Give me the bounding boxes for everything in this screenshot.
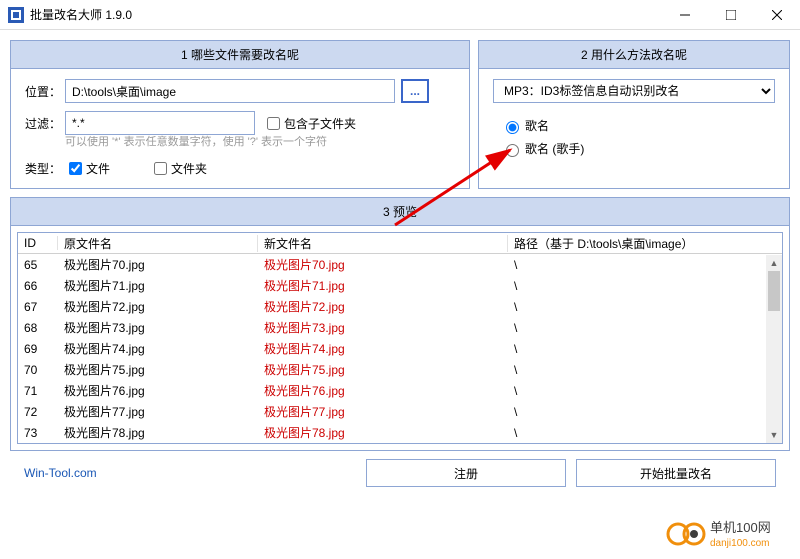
maximize-button[interactable] [708,0,754,30]
scroll-down-icon[interactable]: ▼ [766,427,782,443]
cell-path: \ [508,300,766,314]
footer-link[interactable]: Win-Tool.com [24,466,97,480]
cell-orig: 极光图片72.jpg [58,298,258,315]
scroll-up-icon[interactable]: ▲ [766,255,782,271]
cell-path: \ [508,279,766,293]
panel-preview-title: 3 预览 [11,198,789,226]
radio-songname-artist[interactable]: 歌名 (歌手) [501,140,775,157]
location-label: 位置： [25,83,65,100]
window-title: 批量改名大师 1.9.0 [30,6,662,23]
cell-orig: 极光图片78.jpg [58,424,258,441]
table-row[interactable]: 66极光图片71.jpg极光图片71.jpg\ [18,275,766,296]
filter-input[interactable] [65,111,255,135]
cell-id: 68 [18,321,58,335]
type-file-input[interactable] [69,162,82,175]
panel-files-title: 1 哪些文件需要改名呢 [11,41,469,69]
table-header: ID 原文件名 新文件名 路径（基于 D:\tools\桌面\image） [18,233,782,254]
cell-orig: 极光图片77.jpg [58,403,258,420]
cell-id: 69 [18,342,58,356]
cell-path: \ [508,342,766,356]
table-row[interactable]: 67极光图片72.jpg极光图片72.jpg\ [18,296,766,317]
location-input[interactable] [65,79,395,103]
include-subfolders-checkbox[interactable]: 包含子文件夹 [263,114,356,133]
table-row[interactable]: 71极光图片76.jpg极光图片76.jpg\ [18,380,766,401]
scroll-thumb[interactable] [768,271,780,311]
table-row[interactable]: 68极光图片73.jpg极光图片73.jpg\ [18,317,766,338]
cell-orig: 极光图片73.jpg [58,319,258,336]
th-id[interactable]: ID [18,236,58,250]
cell-id: 73 [18,426,58,440]
start-rename-button[interactable]: 开始批量改名 [576,459,776,487]
browse-button[interactable]: ... [401,79,429,103]
th-new[interactable]: 新文件名 [258,235,508,252]
type-folder-label: 文件夹 [171,160,207,177]
cell-id: 66 [18,279,58,293]
cell-id: 65 [18,258,58,272]
table-row[interactable]: 72极光图片77.jpg极光图片77.jpg\ [18,401,766,422]
cell-new: 极光图片77.jpg [258,403,508,420]
cell-id: 70 [18,363,58,377]
cell-path: \ [508,405,766,419]
table-row[interactable]: 70极光图片75.jpg极光图片75.jpg\ [18,359,766,380]
cell-path: \ [508,321,766,335]
svg-text:danji100.com: danji100.com [710,538,769,549]
scrollbar[interactable]: ▲ ▼ [766,255,782,443]
radio-songname-artist-input[interactable] [506,144,519,157]
radio-songname-input[interactable] [506,121,519,134]
radio-songname-label: 歌名 [525,117,549,134]
cell-id: 67 [18,300,58,314]
radio-songname[interactable]: 歌名 [501,117,775,134]
cell-orig: 极光图片75.jpg [58,361,258,378]
svg-text:单机100网: 单机100网 [710,520,771,535]
method-select[interactable]: MP3：ID3标签信息自动识别改名 [493,79,775,103]
close-button[interactable] [754,0,800,30]
watermark: 单机100网 danji100.com [666,516,796,555]
type-folder-input[interactable] [154,162,167,175]
include-subfolders-input[interactable] [267,117,280,130]
minimize-button[interactable] [662,0,708,30]
table-body: 65极光图片70.jpg极光图片70.jpg\66极光图片71.jpg极光图片7… [18,254,782,443]
cell-new: 极光图片70.jpg [258,256,508,273]
cell-new: 极光图片74.jpg [258,340,508,357]
cell-id: 72 [18,405,58,419]
cell-path: \ [508,363,766,377]
filter-hint: 可以使用 '*' 表示任意数量字符，使用 '?' 表示一个字符 [65,133,455,149]
panel-preview: 3 预览 ID 原文件名 新文件名 路径（基于 D:\tools\桌面\imag… [10,197,790,451]
cell-new: 极光图片73.jpg [258,319,508,336]
radio-songname-artist-label: 歌名 (歌手) [525,140,584,157]
cell-id: 71 [18,384,58,398]
panel-files: 1 哪些文件需要改名呢 位置： ... 过滤： 包含子文件夹 可以使用 '*' … [10,40,470,189]
table-row[interactable]: 73极光图片78.jpg极光图片78.jpg\ [18,422,766,443]
cell-new: 极光图片71.jpg [258,277,508,294]
type-label: 类型： [25,160,65,177]
cell-path: \ [508,426,766,440]
panel-method: 2 用什么方法改名呢 MP3：ID3标签信息自动识别改名 歌名 歌名 (歌手) [478,40,790,189]
cell-new: 极光图片76.jpg [258,382,508,399]
panel-method-title: 2 用什么方法改名呢 [479,41,789,69]
table-row[interactable]: 65极光图片70.jpg极光图片70.jpg\ [18,254,766,275]
include-subfolders-label: 包含子文件夹 [284,115,356,132]
type-file-checkbox[interactable]: 文件 [65,159,110,178]
cell-new: 极光图片72.jpg [258,298,508,315]
th-orig[interactable]: 原文件名 [58,235,258,252]
th-path[interactable]: 路径（基于 D:\tools\桌面\image） [508,235,782,252]
table-row[interactable]: 69极光图片74.jpg极光图片74.jpg\ [18,338,766,359]
filter-label: 过滤： [25,115,65,132]
type-folder-checkbox[interactable]: 文件夹 [150,159,207,178]
app-icon [8,7,24,23]
register-button[interactable]: 注册 [366,459,566,487]
titlebar: 批量改名大师 1.9.0 [0,0,800,30]
scroll-track[interactable] [766,271,782,427]
cell-new: 极光图片78.jpg [258,424,508,441]
cell-orig: 极光图片71.jpg [58,277,258,294]
cell-path: \ [508,258,766,272]
cell-new: 极光图片75.jpg [258,361,508,378]
cell-orig: 极光图片70.jpg [58,256,258,273]
cell-path: \ [508,384,766,398]
cell-orig: 极光图片74.jpg [58,340,258,357]
type-file-label: 文件 [86,160,110,177]
cell-orig: 极光图片76.jpg [58,382,258,399]
